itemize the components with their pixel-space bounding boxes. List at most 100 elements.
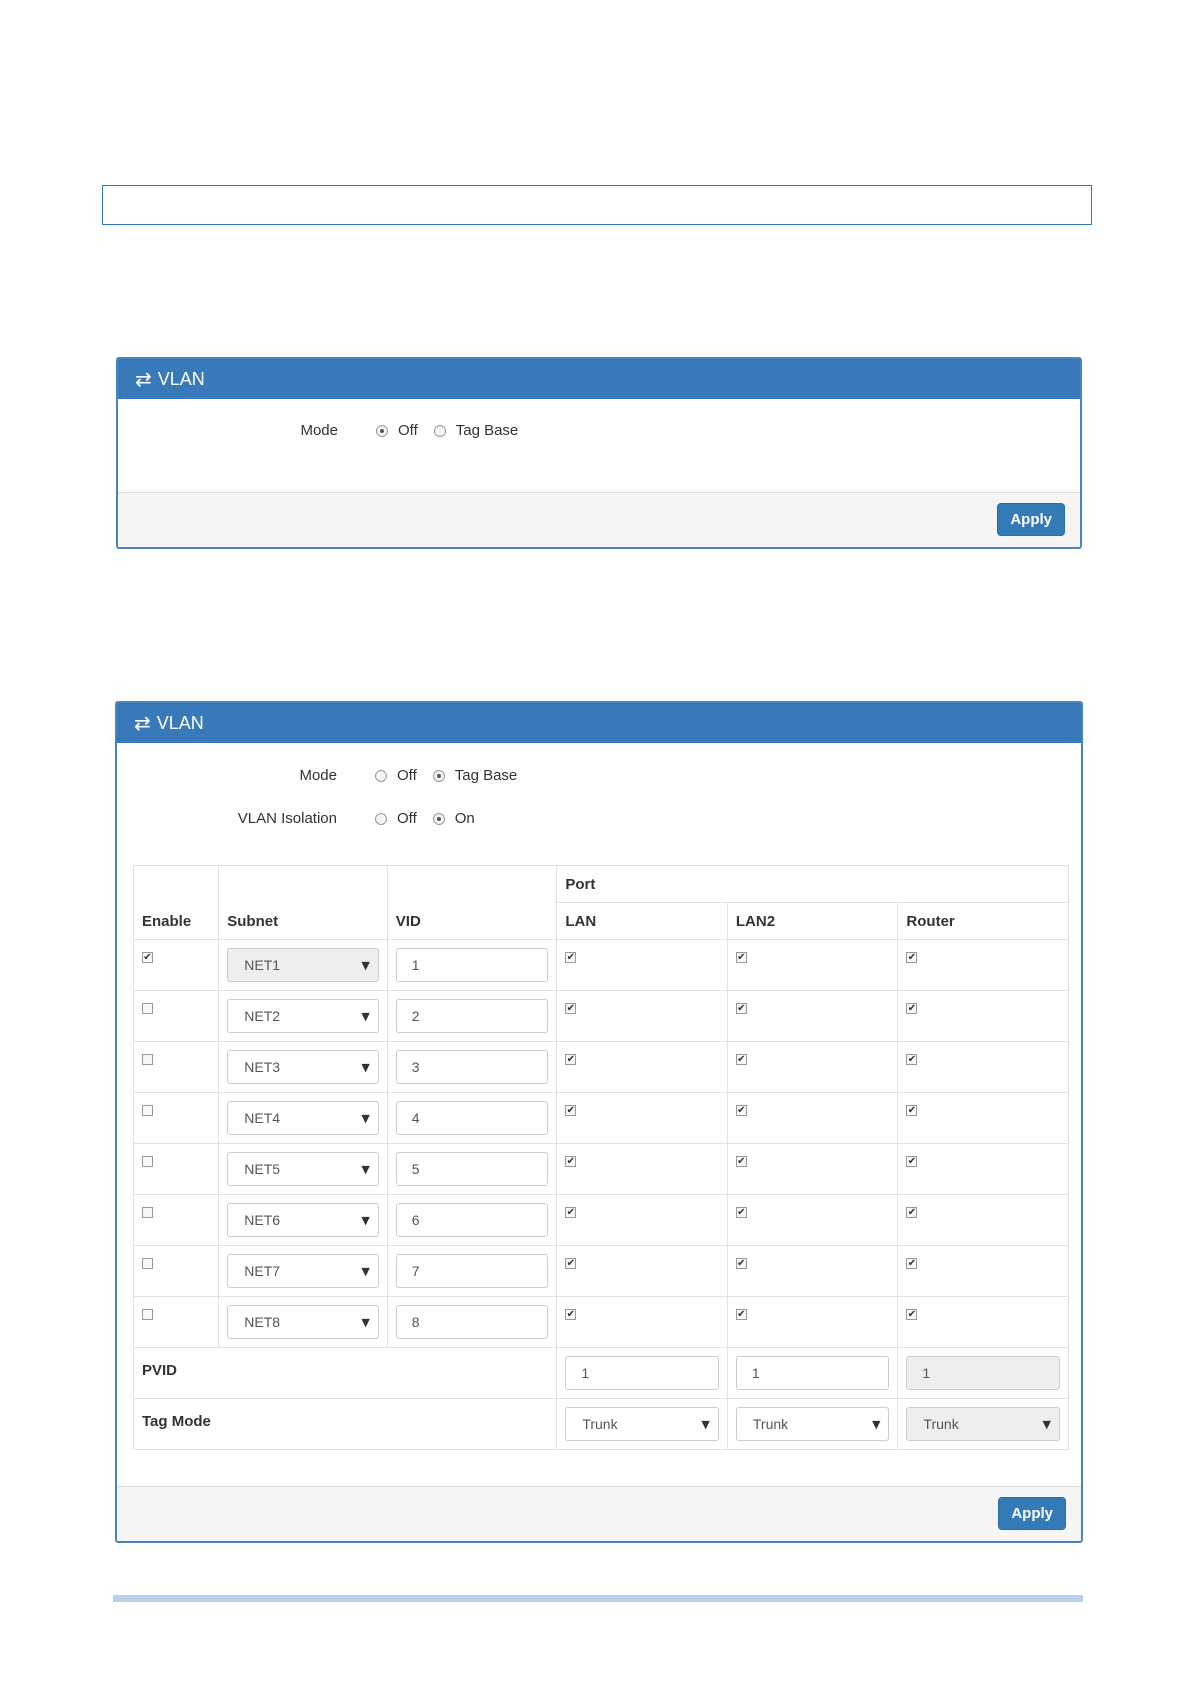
- vid-input[interactable]: 3: [395, 1050, 549, 1084]
- lan-checkbox[interactable]: ✔: [565, 1054, 577, 1065]
- pvid-lan-input[interactable]: 1: [565, 1356, 719, 1390]
- enable-checkbox[interactable]: [142, 1258, 153, 1269]
- lan2-checkbox[interactable]: ✔: [735, 952, 747, 963]
- enable-checkbox[interactable]: [142, 1156, 153, 1167]
- enable-checkbox[interactable]: [142, 1207, 153, 1218]
- vlan-table: Enable Subnet VID Port LAN LAN2 Router ✔…: [132, 865, 1069, 1450]
- panel-header: ⇄ VLAN: [117, 703, 1081, 743]
- enable-checkbox[interactable]: [142, 1003, 153, 1014]
- mode-tagbase-label: Tag Base: [454, 767, 518, 784]
- enable-checkbox[interactable]: [142, 1105, 153, 1116]
- router-checkbox[interactable]: ✔: [906, 1054, 918, 1065]
- panel-footer: Apply: [117, 1486, 1081, 1541]
- panel-header: ⇄ VLAN: [118, 359, 1080, 399]
- subnet-value: NET1: [244, 957, 281, 973]
- tagmode-lan2-select[interactable]: Trunk ▼: [735, 1407, 890, 1441]
- lan2-checkbox[interactable]: ✔: [735, 1003, 747, 1014]
- mode-tagbase-radio[interactable]: [432, 769, 445, 782]
- vid-input[interactable]: 7: [395, 1254, 549, 1288]
- mode-off-radio[interactable]: [375, 769, 387, 782]
- subnet-select[interactable]: NET6 ▼: [227, 1203, 379, 1237]
- lan2-header: LAN2: [726, 902, 899, 940]
- lan-checkbox[interactable]: ✔: [565, 1003, 577, 1014]
- vid-input[interactable]: 4: [395, 1101, 549, 1135]
- router-checkbox[interactable]: ✔: [906, 1207, 918, 1218]
- mode-radio-group: Off Tag Base: [375, 767, 533, 784]
- enable-checkbox[interactable]: [142, 1309, 153, 1320]
- subnet-select[interactable]: NET5 ▼: [227, 1152, 379, 1186]
- lan-checkbox[interactable]: ✔: [565, 1309, 577, 1320]
- page-footer-rule: [113, 1595, 1083, 1602]
- pvid-lan2-input[interactable]: 1: [735, 1356, 890, 1390]
- vid-input[interactable]: 5: [395, 1152, 549, 1186]
- vid-input[interactable]: 6: [395, 1203, 549, 1237]
- mode-off-label: Off: [398, 422, 418, 439]
- subnet-value: NET5: [244, 1161, 281, 1177]
- lan2-checkbox[interactable]: ✔: [735, 1156, 747, 1167]
- lan-checkbox[interactable]: ✔: [565, 952, 577, 963]
- lan2-checkbox[interactable]: ✔: [735, 1258, 747, 1269]
- panel-title: VLAN: [157, 368, 205, 389]
- lan2-checkbox[interactable]: ✔: [735, 1207, 747, 1218]
- vid-input[interactable]: 8: [395, 1305, 549, 1339]
- panel-title: VLAN: [156, 712, 204, 733]
- enable-header: Enable: [132, 865, 220, 940]
- exchange-arrows-icon: ⇄: [135, 367, 152, 391]
- table-row: ✔ NET1 ▼ 1 ✔ ✔ ✔: [132, 939, 1069, 991]
- mode-off-label: Off: [397, 767, 417, 784]
- vlan-isolation-label: VLAN Isolation: [237, 810, 337, 827]
- subnet-value: NET4: [244, 1110, 281, 1126]
- tagmode-lan2-value: Trunk: [752, 1416, 789, 1432]
- caret-down-icon: ▼: [1042, 1417, 1051, 1431]
- router-checkbox[interactable]: ✔: [906, 1258, 918, 1269]
- lan2-checkbox[interactable]: ✔: [735, 1105, 747, 1116]
- table-row: NET6 ▼ 6 ✔ ✔ ✔: [132, 1194, 1069, 1246]
- subnet-select[interactable]: NET1 ▼: [227, 948, 379, 982]
- table-row: NET4 ▼ 4 ✔ ✔ ✔: [132, 1092, 1069, 1144]
- subnet-select[interactable]: NET3 ▼: [227, 1050, 379, 1084]
- subnet-select[interactable]: NET2 ▼: [227, 999, 379, 1033]
- mode-off-radio[interactable]: [376, 424, 388, 437]
- isolation-on-radio[interactable]: [432, 812, 445, 825]
- tagmode-lan-select[interactable]: Trunk ▼: [565, 1407, 719, 1441]
- isolation-on-label: On: [454, 810, 475, 827]
- router-checkbox[interactable]: ✔: [906, 952, 918, 963]
- isolation-radio-group: Off On: [375, 810, 491, 827]
- subnet-select[interactable]: NET8 ▼: [227, 1305, 379, 1339]
- subnet-select[interactable]: NET7 ▼: [227, 1254, 379, 1288]
- lan-checkbox[interactable]: ✔: [565, 1258, 577, 1269]
- tagmode-row: Tag Mode Trunk ▼ Trunk ▼ Trunk ▼: [132, 1398, 1069, 1450]
- router-checkbox[interactable]: ✔: [906, 1105, 918, 1116]
- lan-checkbox[interactable]: ✔: [565, 1156, 577, 1167]
- lan-checkbox[interactable]: ✔: [565, 1105, 577, 1116]
- lan-checkbox[interactable]: ✔: [565, 1207, 577, 1218]
- vid-header: VID: [386, 865, 558, 940]
- router-checkbox[interactable]: ✔: [906, 1156, 918, 1167]
- caret-down-icon: ▼: [361, 1264, 370, 1278]
- subnet-value: NET6: [244, 1212, 281, 1228]
- vid-input[interactable]: 1: [395, 948, 549, 982]
- enable-checkbox[interactable]: ✔: [142, 952, 153, 963]
- enable-checkbox[interactable]: [142, 1054, 153, 1065]
- vid-input[interactable]: 2: [395, 999, 549, 1033]
- router-checkbox[interactable]: ✔: [906, 1309, 918, 1320]
- router-checkbox[interactable]: ✔: [906, 1003, 918, 1014]
- pvid-row: PVID 1 1 1: [132, 1347, 1069, 1399]
- lan2-checkbox[interactable]: ✔: [735, 1309, 747, 1320]
- caret-down-icon: ▼: [701, 1417, 710, 1431]
- subnet-value: NET2: [244, 1008, 281, 1024]
- mode-radio-group: Off Tag Base: [376, 422, 534, 439]
- mode-tagbase-radio[interactable]: [433, 424, 446, 437]
- table-row: NET3 ▼ 3 ✔ ✔ ✔: [132, 1041, 1069, 1093]
- lan2-checkbox[interactable]: ✔: [735, 1054, 747, 1065]
- tagmode-router-value: Trunk: [923, 1416, 959, 1432]
- router-header: Router: [897, 902, 1069, 940]
- caret-down-icon: ▼: [361, 1162, 370, 1176]
- isolation-off-radio[interactable]: [375, 812, 387, 825]
- caret-down-icon: ▼: [361, 958, 370, 972]
- subnet-select[interactable]: NET4 ▼: [227, 1101, 379, 1135]
- caret-down-icon: ▼: [361, 1315, 370, 1329]
- pvid-router-input: 1: [906, 1356, 1060, 1390]
- apply-button[interactable]: Apply: [997, 503, 1065, 536]
- apply-button[interactable]: Apply: [998, 1497, 1066, 1530]
